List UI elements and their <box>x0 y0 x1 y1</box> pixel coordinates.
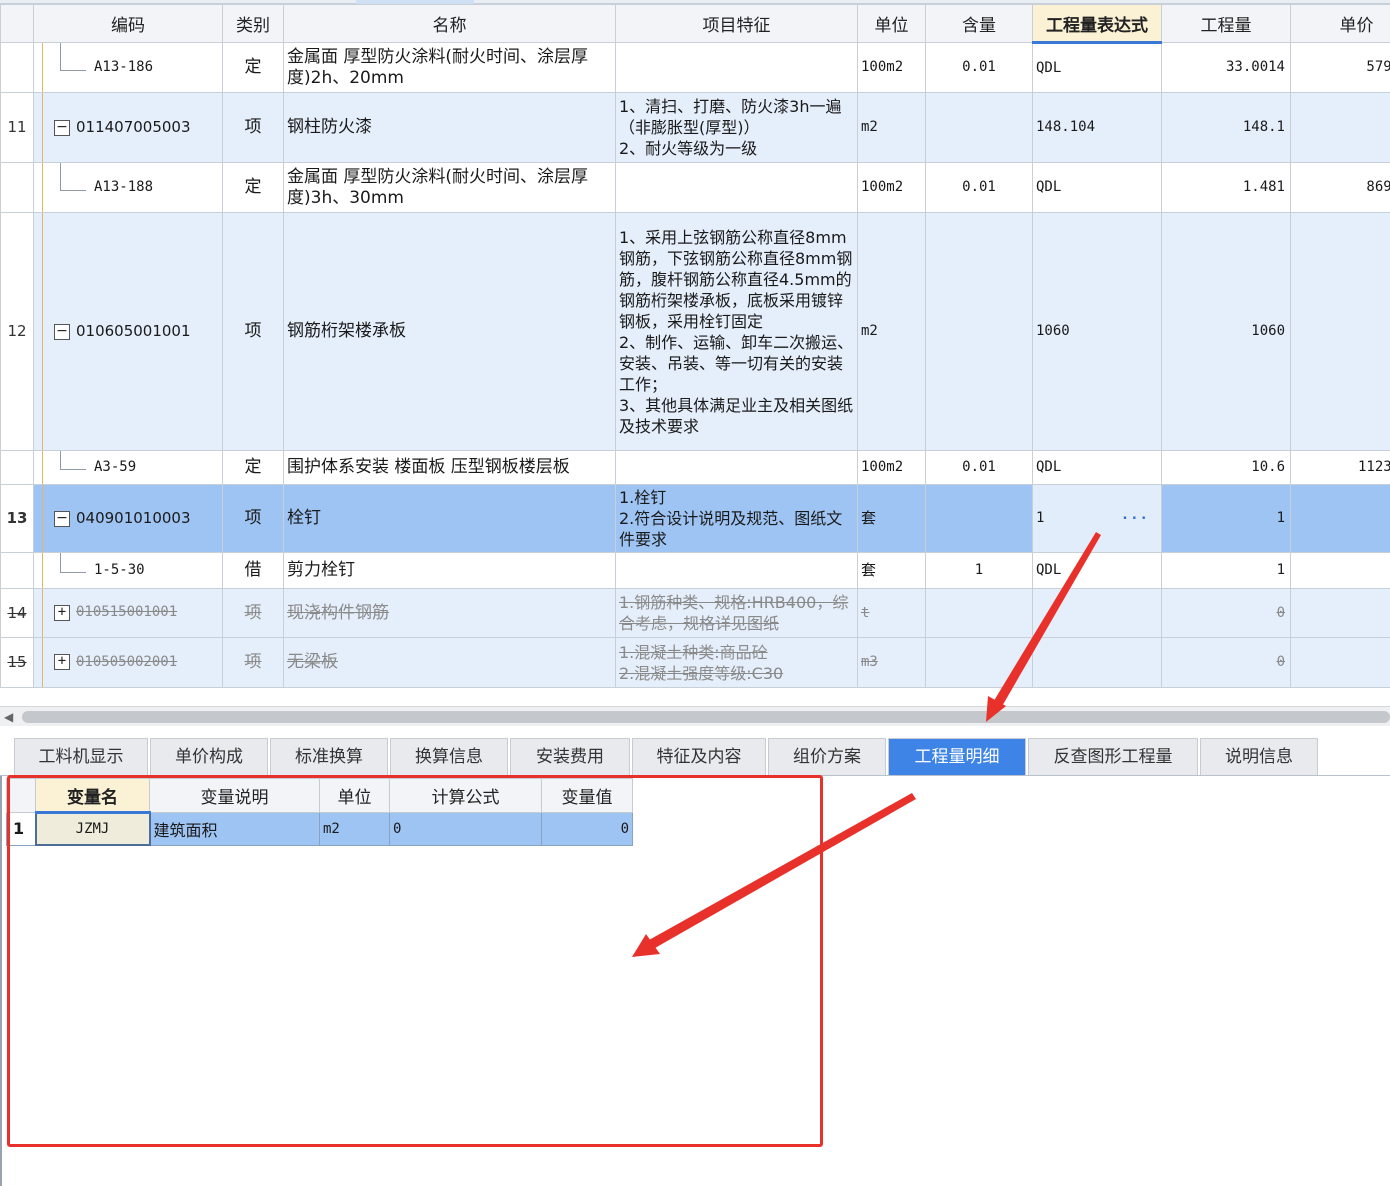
annotation-arrow-to-tab <box>986 532 1101 722</box>
annotation-arrow-to-table <box>632 793 916 957</box>
annotation-arrows <box>632 532 1101 957</box>
